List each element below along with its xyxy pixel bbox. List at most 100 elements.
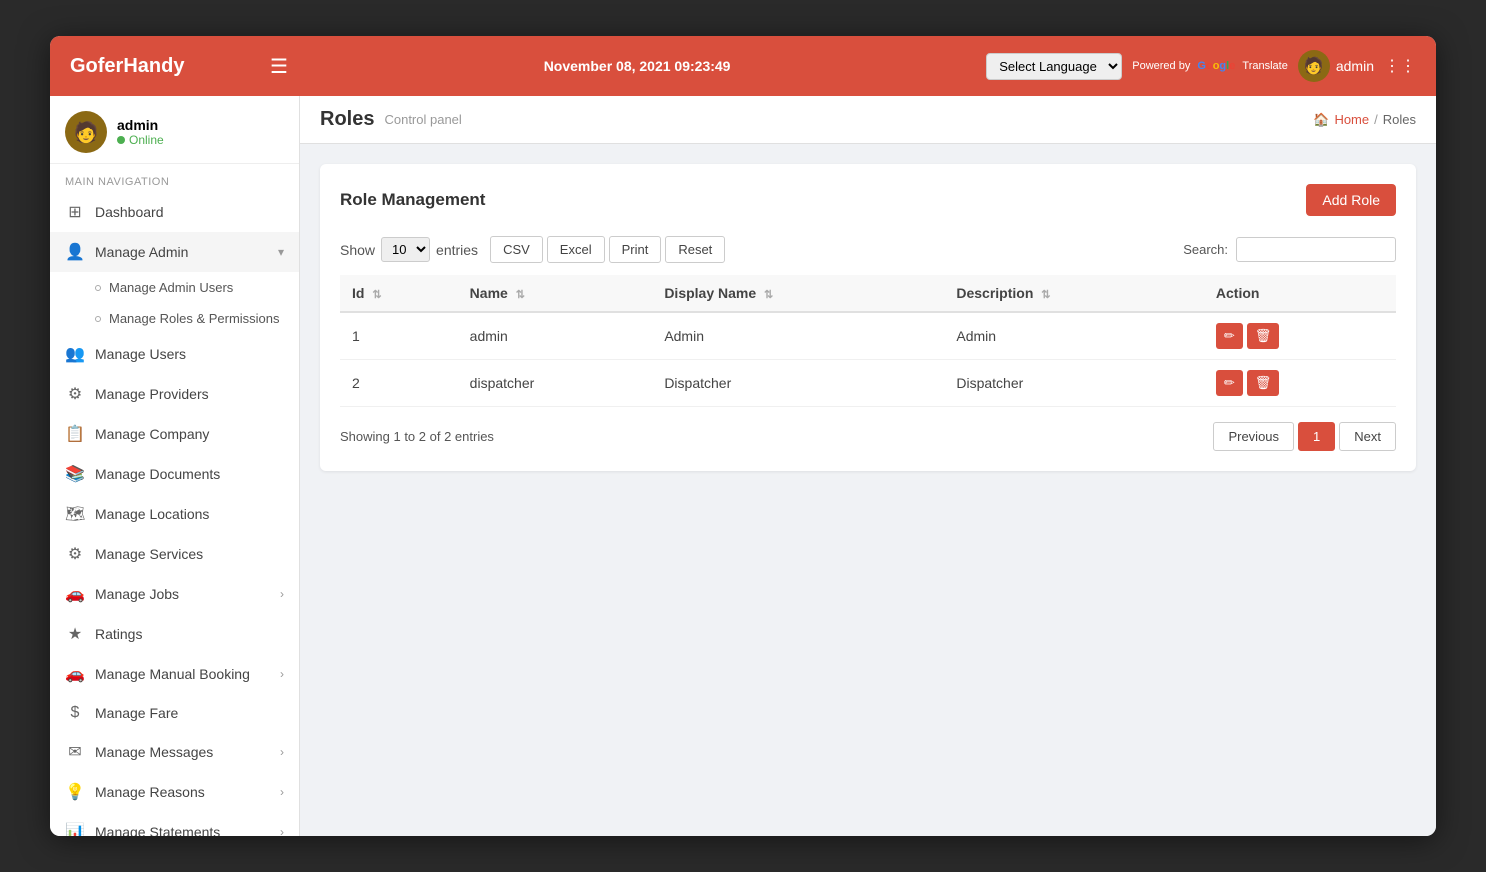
cell-id: 1 [340, 312, 458, 360]
sidebar-item-manage-services[interactable]: ⚙ Manage Services [50, 534, 299, 574]
sidebar-item-manage-fare[interactable]: $ Manage Fare [50, 694, 299, 732]
breadcrumb-current: Roles [1383, 112, 1416, 127]
sidebar: 🧑 admin Online MAIN NAVIGATION ⊞ Dashboa… [50, 96, 300, 836]
col-description: Description ⇅ [944, 275, 1204, 312]
manage-providers-icon: ⚙ [65, 384, 85, 404]
manage-reasons-icon: 💡 [65, 782, 85, 802]
sidebar-item-manage-documents[interactable]: 📚 Manage Documents [50, 454, 299, 494]
reset-button[interactable]: Reset [665, 236, 725, 263]
sidebar-sub-item-label: Manage Admin Users [109, 280, 233, 295]
manage-statements-icon: 📊 [65, 822, 85, 836]
sidebar-item-manage-users[interactable]: 👥 Manage Users [50, 334, 299, 374]
edit-button[interactable]: ✏ [1216, 370, 1243, 396]
sidebar-item-manage-jobs[interactable]: 🚗 Manage Jobs › [50, 574, 299, 614]
sort-icon[interactable]: ⇅ [764, 288, 773, 301]
sidebar-item-label: Ratings [95, 626, 284, 642]
sidebar-item-manage-roles[interactable]: Manage Roles & Permissions [50, 303, 299, 334]
sidebar-item-manage-statements[interactable]: 📊 Manage Statements › [50, 812, 299, 836]
sidebar-item-dashboard[interactable]: ⊞ Dashboard [50, 192, 299, 232]
add-role-button[interactable]: Add Role [1306, 184, 1396, 216]
header-right: Select Language Powered by Google Transl… [986, 50, 1416, 82]
sidebar-item-label: Manage Messages [95, 744, 270, 760]
manage-messages-icon: ✉ [65, 742, 85, 762]
search-input[interactable] [1236, 237, 1396, 262]
next-button[interactable]: Next [1339, 422, 1396, 451]
cell-display-name: Dispatcher [652, 360, 944, 407]
previous-button[interactable]: Previous [1213, 422, 1294, 451]
chevron-down-icon: ▾ [278, 245, 284, 259]
showing-info: Showing 1 to 2 of 2 entries [340, 429, 494, 444]
manage-fare-icon: $ [65, 704, 85, 722]
body: 🧑 admin Online MAIN NAVIGATION ⊞ Dashboa… [50, 96, 1436, 836]
csv-button[interactable]: CSV [490, 236, 543, 263]
sub-dot-icon [95, 316, 101, 322]
share-icon[interactable]: ⋮⋮ [1384, 56, 1416, 76]
manage-admin-icon: 👤 [65, 242, 85, 262]
page-title-area: Roles Control panel [320, 108, 462, 131]
card-title: Role Management [340, 190, 485, 210]
table-row: 2 dispatcher Dispatcher Dispatcher ✏ 🗑 [340, 360, 1396, 407]
chevron-right-icon: › [280, 587, 284, 601]
nav-section-label: MAIN NAVIGATION [50, 164, 299, 192]
language-select[interactable]: Select Language [986, 53, 1122, 80]
cell-description: Admin [944, 312, 1204, 360]
sub-dot-icon [95, 285, 101, 291]
main-content: Roles Control panel 🏠 Home / Roles Role … [300, 96, 1436, 836]
sidebar-item-manage-locations[interactable]: 🗺 Manage Locations [50, 494, 299, 534]
manage-locations-icon: 🗺 [65, 504, 85, 524]
col-display-name: Display Name ⇅ [652, 275, 944, 312]
table-header-row: Id ⇅ Name ⇅ Display Name ⇅ [340, 275, 1396, 312]
manage-users-icon: 👥 [65, 344, 85, 364]
admin-user-menu[interactable]: 🧑 admin [1298, 50, 1374, 82]
delete-button[interactable]: 🗑 [1247, 323, 1280, 349]
sort-icon[interactable]: ⇅ [1041, 288, 1050, 301]
sort-icon[interactable]: ⇅ [516, 288, 525, 301]
sidebar-item-ratings[interactable]: ★ Ratings [50, 614, 299, 654]
table-scroll-area: Id ⇅ Name ⇅ Display Name ⇅ [340, 275, 1396, 407]
manage-services-icon: ⚙ [65, 544, 85, 564]
sort-icon[interactable]: ⇅ [372, 288, 381, 301]
sidebar-item-manage-reasons[interactable]: 💡 Manage Reasons › [50, 772, 299, 812]
header-datetime: November 08, 2021 09:23:49 [288, 58, 986, 74]
hamburger-icon[interactable]: ☰ [270, 54, 288, 79]
chevron-right-icon: › [280, 785, 284, 799]
cell-action: ✏ 🗑 [1204, 360, 1396, 407]
table-row: 1 admin Admin Admin ✏ 🗑 [340, 312, 1396, 360]
sidebar-item-label: Manage Statements [95, 824, 270, 836]
roles-table: Id ⇅ Name ⇅ Display Name ⇅ [340, 275, 1396, 407]
chevron-right-icon: › [280, 745, 284, 759]
action-buttons: ✏ 🗑 [1216, 323, 1384, 349]
cell-name: admin [458, 312, 653, 360]
sidebar-user: 🧑 admin Online [50, 96, 299, 164]
entries-select[interactable]: 10 [381, 237, 430, 262]
sidebar-item-manage-admin-users[interactable]: Manage Admin Users [50, 272, 299, 303]
entries-label: entries [436, 242, 478, 258]
status-dot [117, 136, 125, 144]
sidebar-username: admin [117, 117, 164, 133]
sidebar-item-manage-admin[interactable]: 👤 Manage Admin ▾ [50, 232, 299, 272]
breadcrumb-home[interactable]: Home [1334, 112, 1369, 127]
print-button[interactable]: Print [609, 236, 662, 263]
sidebar-item-manage-company[interactable]: 📋 Manage Company [50, 414, 299, 454]
col-id: Id ⇅ [340, 275, 458, 312]
page-header: Roles Control panel 🏠 Home / Roles [300, 96, 1436, 144]
manage-documents-icon: 📚 [65, 464, 85, 484]
search-label: Search: [1183, 242, 1228, 257]
page-subtitle: Control panel [384, 112, 461, 127]
cell-action: ✏ 🗑 [1204, 312, 1396, 360]
edit-button[interactable]: ✏ [1216, 323, 1243, 349]
content-area: Role Management Add Role Show 10 entries… [300, 144, 1436, 491]
sidebar-item-manage-providers[interactable]: ⚙ Manage Providers [50, 374, 299, 414]
sidebar-item-label: Manage Jobs [95, 586, 270, 602]
sidebar-item-label: Dashboard [95, 204, 284, 220]
table-top-controls: Show 10 entries CSV Excel Print Reset [340, 236, 1396, 263]
sidebar-item-manage-manual-booking[interactable]: 🚗 Manage Manual Booking › [50, 654, 299, 694]
sidebar-item-manage-messages[interactable]: ✉ Manage Messages › [50, 732, 299, 772]
sidebar-item-label: Manage Manual Booking [95, 666, 270, 682]
cell-description: Dispatcher [944, 360, 1204, 407]
excel-button[interactable]: Excel [547, 236, 605, 263]
header-avatar: 🧑 [1298, 50, 1330, 82]
page-1-button[interactable]: 1 [1298, 422, 1335, 451]
pagination: Previous 1 Next [1213, 422, 1396, 451]
delete-button[interactable]: 🗑 [1247, 370, 1280, 396]
